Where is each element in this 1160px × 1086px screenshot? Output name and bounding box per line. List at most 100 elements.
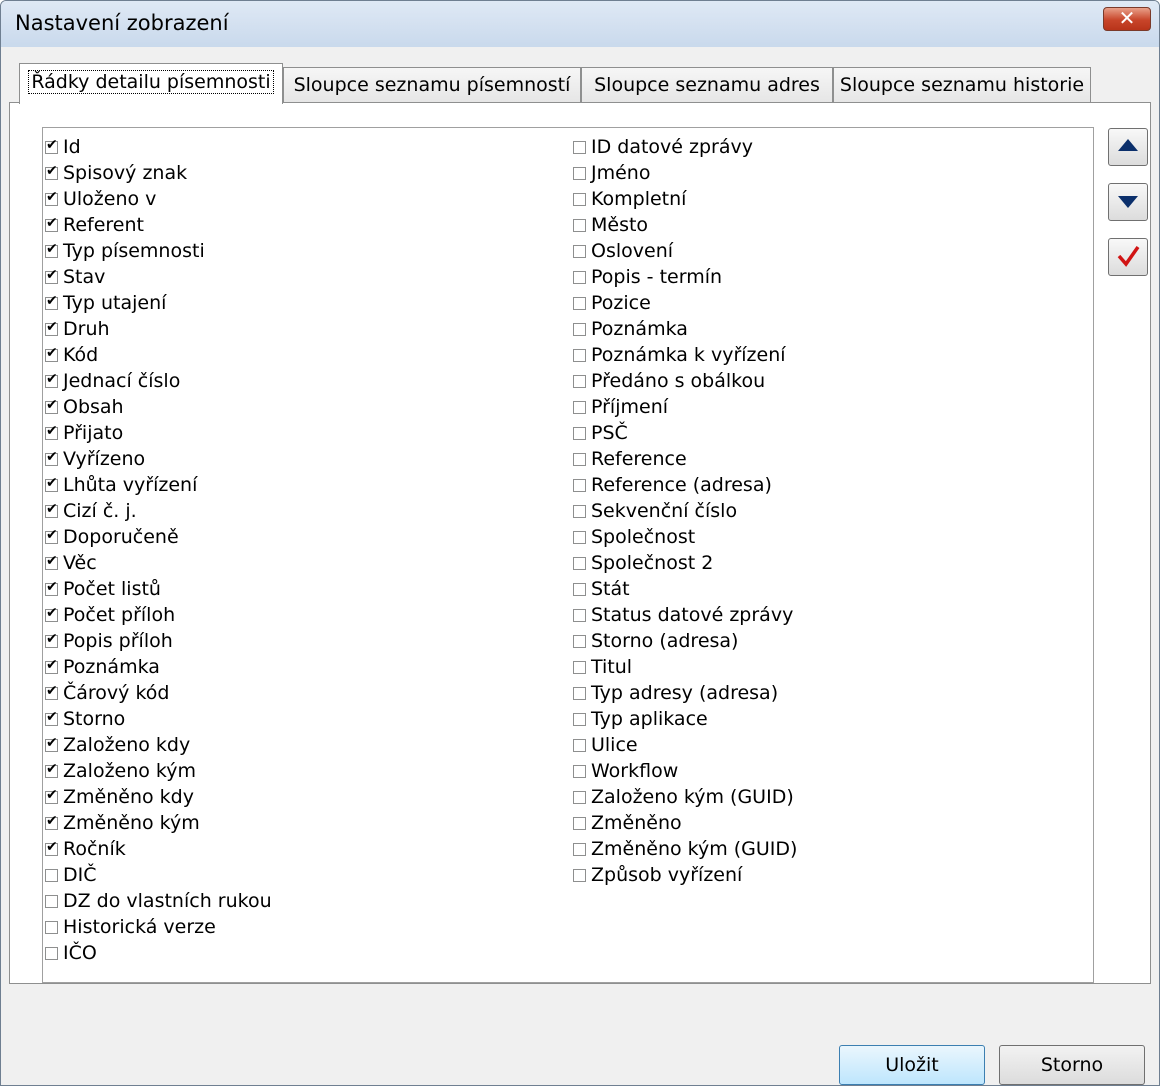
checkbox-checked[interactable] — [45, 241, 58, 258]
checklist-item[interactable]: Workflow — [573, 758, 797, 784]
checkbox-checked[interactable] — [45, 787, 58, 804]
checklist-item[interactable]: Příjmení — [573, 394, 797, 420]
checklist-item[interactable]: Změněno kým — [45, 810, 272, 836]
checklist-item[interactable]: Popis příloh — [45, 628, 272, 654]
checklist-item[interactable]: Typ utajení — [45, 290, 272, 316]
tab-row-detail[interactable]: Řádky detailu písemnosti — [19, 63, 283, 104]
checkbox-checked[interactable] — [45, 605, 58, 622]
checkbox[interactable] — [573, 478, 586, 492]
checklist-item[interactable]: Poznámka — [45, 654, 272, 680]
checkbox-checked[interactable] — [45, 345, 58, 362]
checkbox-checked[interactable] — [45, 397, 58, 414]
checklist-item[interactable]: Počet příloh — [45, 602, 272, 628]
checklist-item[interactable]: Storno — [45, 706, 272, 732]
checkbox-checked[interactable] — [45, 163, 58, 180]
checkbox[interactable] — [573, 556, 586, 570]
checkbox[interactable] — [573, 530, 586, 544]
checklist-item[interactable]: Typ písemnosti — [45, 238, 272, 264]
checkbox[interactable] — [573, 738, 586, 752]
checklist-item[interactable]: Založeno kým (GUID) — [573, 784, 797, 810]
checkbox[interactable] — [573, 842, 586, 856]
checklist-item[interactable]: Popis - termín — [573, 264, 797, 290]
checklist-item[interactable]: Lhůta vyřízení — [45, 472, 272, 498]
checklist-item[interactable]: Město — [573, 212, 797, 238]
checklist-item[interactable]: Jednací číslo — [45, 368, 272, 394]
checkbox-checked[interactable] — [45, 371, 58, 388]
checklist-item[interactable]: Počet listů — [45, 576, 272, 602]
checklist-item[interactable]: Poznámka k vyřízení — [573, 342, 797, 368]
checkbox-checked[interactable] — [45, 813, 58, 830]
checklist-item[interactable]: Poznámka — [573, 316, 797, 342]
checklist-item[interactable]: Doporučeně — [45, 524, 272, 550]
checklist-item[interactable]: Reference (adresa) — [573, 472, 797, 498]
move-down-button[interactable] — [1108, 183, 1148, 221]
columns-checklist[interactable]: Id Spisový znak Uloženo v Referent Typ písem… — [42, 127, 1094, 983]
checklist-item[interactable]: IČO — [45, 940, 272, 966]
checkbox-checked[interactable] — [45, 423, 58, 440]
move-up-button[interactable] — [1108, 128, 1148, 166]
checkbox[interactable] — [45, 868, 58, 882]
checkbox-checked[interactable] — [45, 761, 58, 778]
checkbox[interactable] — [573, 608, 586, 622]
checklist-item[interactable]: Přijato — [45, 420, 272, 446]
checkbox-checked[interactable] — [45, 709, 58, 726]
checklist-item[interactable]: Jméno — [573, 160, 797, 186]
checkbox[interactable] — [573, 816, 586, 830]
checklist-item[interactable]: Stav — [45, 264, 272, 290]
close-button[interactable]: ✕ — [1103, 6, 1151, 31]
checklist-item[interactable]: Změněno kým (GUID) — [573, 836, 797, 862]
checkbox[interactable] — [573, 192, 586, 206]
checkbox[interactable] — [573, 504, 586, 518]
checkbox[interactable] — [573, 296, 586, 310]
checklist-item[interactable]: Kód — [45, 342, 272, 368]
checkbox[interactable] — [573, 686, 586, 700]
checkbox-checked[interactable] — [45, 839, 58, 856]
checklist-item[interactable]: Pozice — [573, 290, 797, 316]
checkbox[interactable] — [45, 894, 58, 908]
checklist-item[interactable]: ID datové zprávy — [573, 134, 797, 160]
checklist-item[interactable]: Ulice — [573, 732, 797, 758]
checkbox[interactable] — [573, 374, 586, 388]
checkbox[interactable] — [573, 270, 586, 284]
checklist-item[interactable]: Změněno — [573, 810, 797, 836]
checkbox[interactable] — [573, 140, 586, 154]
checklist-item[interactable]: Společnost 2 — [573, 550, 797, 576]
checkbox[interactable] — [573, 218, 586, 232]
checklist-item[interactable]: Druh — [45, 316, 272, 342]
checklist-item[interactable]: Status datové zprávy — [573, 602, 797, 628]
checkbox[interactable] — [45, 946, 58, 960]
checkbox[interactable] — [573, 322, 586, 336]
checkbox[interactable] — [573, 790, 586, 804]
checklist-item[interactable]: Spisový znak — [45, 160, 272, 186]
checkbox-checked[interactable] — [45, 735, 58, 752]
cancel-button[interactable]: Storno — [999, 1045, 1145, 1085]
checklist-item[interactable]: Id — [45, 134, 272, 160]
checklist-item[interactable]: Reference — [573, 446, 797, 472]
checklist-item[interactable]: PSČ — [573, 420, 797, 446]
checklist-item[interactable]: Společnost — [573, 524, 797, 550]
checkbox[interactable] — [573, 348, 586, 362]
checklist-item[interactable]: Změněno kdy — [45, 784, 272, 810]
checklist-item[interactable]: Historická verze — [45, 914, 272, 940]
checkbox-checked[interactable] — [45, 215, 58, 232]
checkbox-checked[interactable] — [45, 319, 58, 336]
checkbox-checked[interactable] — [45, 631, 58, 648]
checklist-item[interactable]: Referent — [45, 212, 272, 238]
checkbox-checked[interactable] — [45, 657, 58, 674]
checklist-item[interactable]: Typ adresy (adresa) — [573, 680, 797, 706]
checklist-item[interactable]: DIČ — [45, 862, 272, 888]
checklist-item[interactable]: Sekvenční číslo — [573, 498, 797, 524]
checkbox-checked[interactable] — [45, 137, 58, 154]
check-all-button[interactable] — [1108, 238, 1148, 276]
checkbox[interactable] — [573, 452, 586, 466]
title-bar[interactable]: Nastavení zobrazení ✕ — [1, 1, 1159, 47]
checkbox-checked[interactable] — [45, 683, 58, 700]
checklist-item[interactable]: Kompletní — [573, 186, 797, 212]
checklist-item[interactable]: Typ aplikace — [573, 706, 797, 732]
tab-address-list-columns[interactable]: Sloupce seznamu adres — [581, 67, 833, 102]
tab-history-list-columns[interactable]: Sloupce seznamu historie — [833, 67, 1091, 102]
checklist-item[interactable]: Způsob vyřízení — [573, 862, 797, 888]
checklist-item[interactable]: DZ do vlastních rukou — [45, 888, 272, 914]
checklist-item[interactable]: Cizí č. j. — [45, 498, 272, 524]
checkbox[interactable] — [573, 660, 586, 674]
